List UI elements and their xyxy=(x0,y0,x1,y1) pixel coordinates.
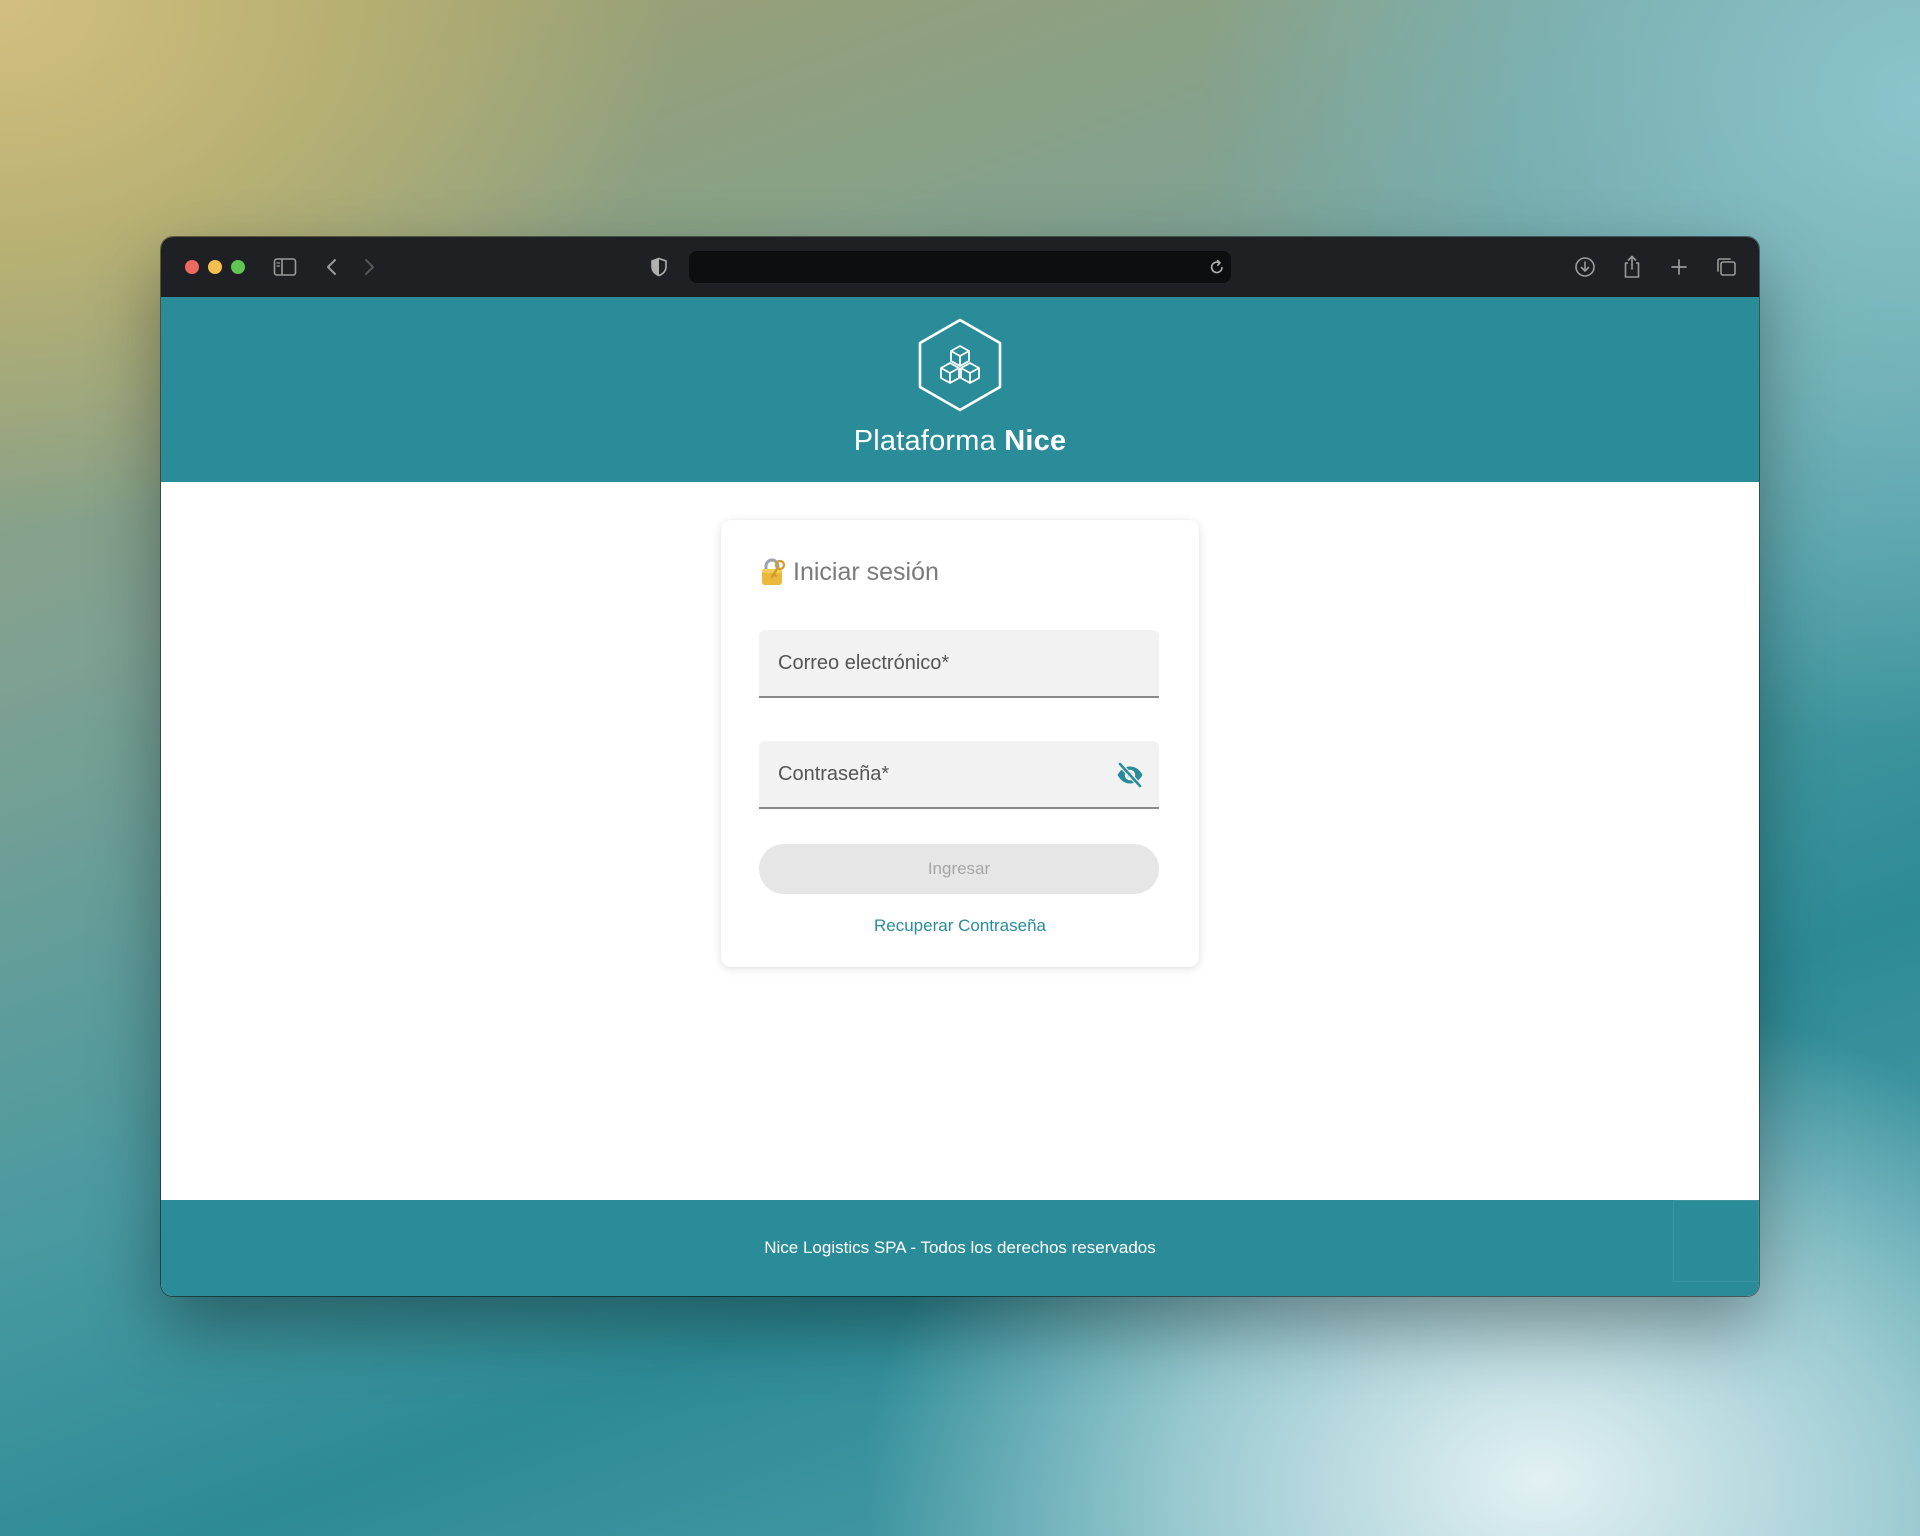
login-card: Iniciar sesión Ingresar Recuperar Contra… xyxy=(721,520,1199,967)
download-icon[interactable] xyxy=(1571,253,1599,281)
lock-with-key-icon xyxy=(762,558,786,585)
brand-title-bold: Nice xyxy=(1004,425,1067,457)
browser-toolbar xyxy=(161,237,1759,297)
app-footer: Nice Logistics SPA - Todos los derechos … xyxy=(161,1200,1759,1296)
app-header: Plataforma Nice xyxy=(161,297,1759,482)
browser-window: Plataforma Nice Iniciar sesión Correo el… xyxy=(161,237,1759,1296)
hexagon-boxes-logo xyxy=(918,318,1002,412)
login-submit-button[interactable]: Ingresar xyxy=(759,844,1159,894)
share-icon[interactable] xyxy=(1618,253,1646,281)
minimize-window-button[interactable] xyxy=(208,260,222,274)
main-content: Iniciar sesión Ingresar Recuperar Contra… xyxy=(161,482,1759,1200)
password-field[interactable] xyxy=(759,741,1159,807)
back-icon[interactable] xyxy=(318,253,346,281)
zoom-window-button[interactable] xyxy=(231,260,245,274)
tabs-overview-icon[interactable] xyxy=(1712,253,1740,281)
recover-password-link[interactable]: Recuperar Contraseña xyxy=(721,916,1199,936)
brand-title-regular: Plataforma xyxy=(853,425,1005,457)
login-title-text: Iniciar sesión xyxy=(793,557,939,586)
password-field-container xyxy=(759,741,1159,809)
corner-widget xyxy=(1673,1200,1759,1282)
brand-title: Plataforma Nice xyxy=(161,425,1759,458)
new-tab-icon[interactable] xyxy=(1665,253,1693,281)
close-window-button[interactable] xyxy=(185,260,199,274)
forward-icon[interactable] xyxy=(355,253,383,281)
email-field[interactable] xyxy=(759,630,1159,696)
reload-icon[interactable] xyxy=(1203,253,1231,281)
address-bar[interactable] xyxy=(689,251,1231,283)
email-field-container xyxy=(759,630,1159,698)
shield-icon[interactable] xyxy=(645,253,673,281)
eye-off-icon[interactable] xyxy=(1115,761,1145,789)
login-title: Iniciar sesión xyxy=(759,554,939,590)
footer-copyright: Nice Logistics SPA - Todos los derechos … xyxy=(764,1238,1156,1257)
sidebar-icon[interactable] xyxy=(271,253,299,281)
